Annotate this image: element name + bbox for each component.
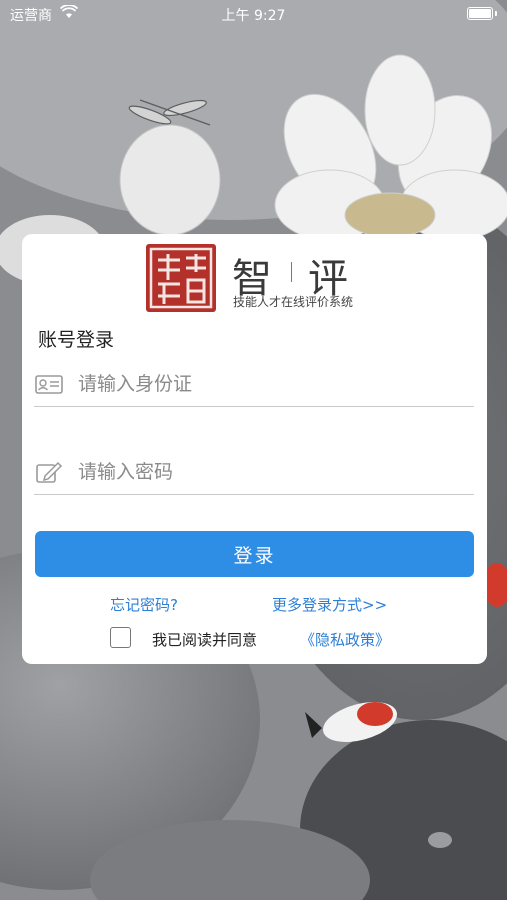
id-card-input[interactable] (78, 366, 458, 402)
logo-subtitle: 技能人才在线评价系统 (233, 295, 354, 309)
seal-logo (146, 244, 216, 312)
login-button[interactable]: 登录 (35, 531, 474, 577)
privacy-policy-link[interactable]: 《隐私政策》 (300, 629, 390, 650)
login-title: 账号登录 (38, 329, 115, 351)
agree-label: 我已阅读并同意 (152, 631, 258, 649)
agree-checkbox[interactable] (110, 627, 131, 648)
password-field (34, 448, 474, 495)
login-card: 智 评 技能人才在线评价系统 账号登录 登录 忘记密码? 更多登录方式>> 我已… (22, 234, 487, 664)
forgot-password-link[interactable]: 忘记密码? (110, 594, 178, 615)
edit-pencil-icon (34, 461, 64, 483)
agreement-row: 我已阅读并同意 《隐私政策》 (110, 627, 480, 653)
battery-icon (467, 7, 493, 20)
logo-divider (291, 262, 292, 282)
id-card-icon (34, 373, 64, 395)
status-bar: 运营商 上午 9:27 (0, 0, 507, 28)
id-card-field (34, 360, 474, 407)
status-time: 上午 9:27 (221, 8, 286, 24)
more-login-methods-link[interactable]: 更多登录方式>> (272, 594, 387, 615)
password-input[interactable] (78, 454, 458, 490)
battery-tip-icon (495, 11, 497, 16)
